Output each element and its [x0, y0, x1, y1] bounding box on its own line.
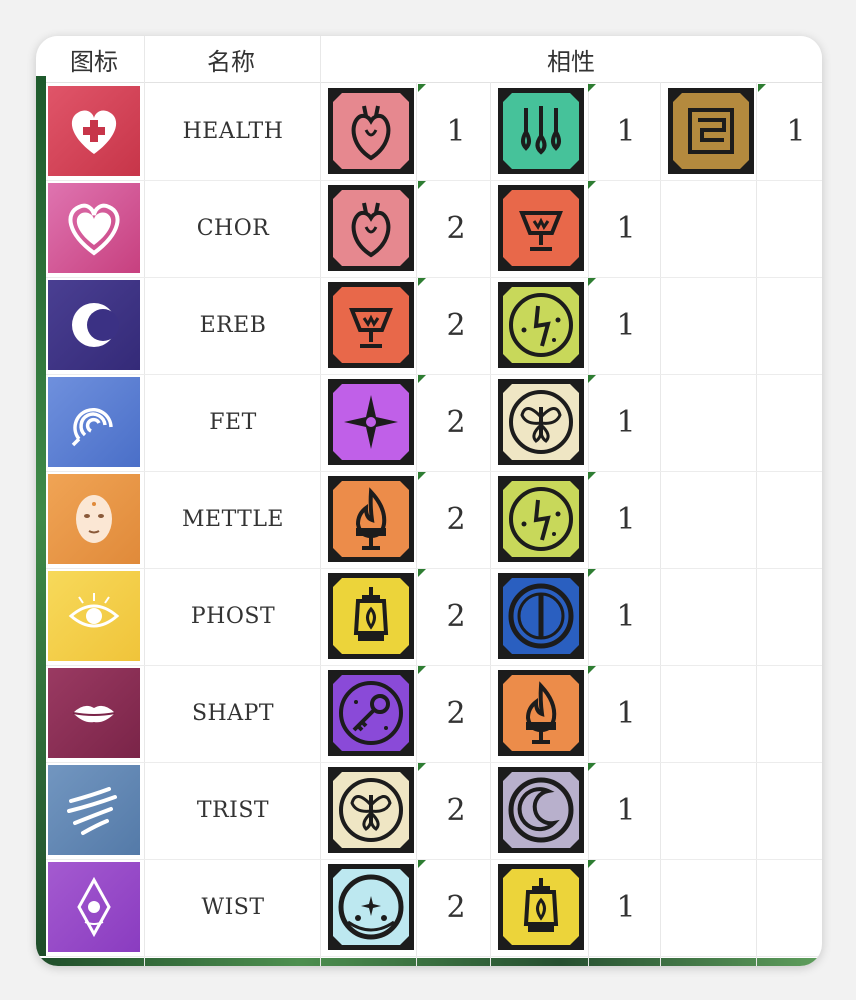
attribute-name: WIST	[201, 895, 265, 920]
moth-icon	[326, 765, 416, 855]
table-row: FET 2 1	[46, 374, 822, 471]
cell-comment-marker	[758, 84, 766, 92]
cell-comment-marker	[418, 860, 426, 868]
attribute-name: TRIST	[196, 798, 270, 823]
star-compass-icon	[326, 377, 416, 467]
crescent-moon-icon	[48, 280, 140, 370]
table-row: METTLE 2 1	[46, 471, 822, 568]
heart-plus-icon	[48, 86, 140, 176]
cell-comment-marker	[588, 278, 596, 286]
cell-comment-marker	[588, 375, 596, 383]
attribute-name: CHOR	[196, 216, 270, 241]
attribute-name: HEALTH	[182, 119, 284, 144]
spiral-icon	[48, 377, 140, 467]
heart-icon	[48, 183, 140, 273]
mask-icon	[48, 474, 140, 564]
anatomical-heart-icon	[326, 86, 416, 176]
cell-comment-marker	[418, 84, 426, 92]
lantern-icon	[326, 571, 416, 661]
affinity-value: 2	[446, 793, 466, 828]
affinity-value: 1	[446, 114, 466, 149]
flame-anvil-icon	[326, 474, 416, 564]
lips-icon	[48, 668, 140, 758]
wind-icon	[48, 765, 140, 855]
cell-comment-marker	[418, 763, 426, 771]
sparkle-orb-icon	[326, 862, 416, 952]
cell-comment-marker	[418, 569, 426, 577]
cell-comment-marker	[588, 860, 596, 868]
table-row: WIST 2 1	[46, 859, 822, 956]
affinity-value: 1	[616, 502, 636, 537]
table-row: CHOR 2 1	[46, 180, 822, 277]
affinity-value: 2	[446, 599, 466, 634]
lightning-icon	[496, 280, 586, 370]
flame-anvil-icon	[496, 668, 586, 758]
affinity-value: 1	[616, 308, 636, 343]
cell-comment-marker	[418, 181, 426, 189]
cell-comment-marker	[418, 375, 426, 383]
affinity-value: 2	[446, 405, 466, 440]
cell-comment-marker	[418, 666, 426, 674]
table-row: EREB 2 1	[46, 277, 822, 374]
cell-comment-marker	[418, 472, 426, 480]
attribute-name: PHOST	[190, 604, 276, 629]
table-row: SHAPT 2 1	[46, 665, 822, 762]
moth-icon	[496, 377, 586, 467]
chalice-icon	[326, 280, 416, 370]
crystal-icon	[48, 862, 140, 952]
table-row: HEALTH 1 1 1	[46, 83, 822, 180]
cell-comment-marker	[588, 181, 596, 189]
attribute-name: FET	[209, 410, 257, 435]
cell-comment-marker	[588, 763, 596, 771]
attribute-name: METTLE	[181, 507, 284, 532]
affinity-value: 2	[446, 696, 466, 731]
attribute-name: EREB	[199, 313, 267, 338]
header-affinity: 相性	[320, 36, 822, 82]
lantern-icon	[496, 862, 586, 952]
header-name: 名称	[144, 36, 318, 82]
cell-comment-marker	[588, 666, 596, 674]
rune-tablet-icon	[666, 86, 756, 176]
affinity-value: 2	[446, 211, 466, 246]
shield-orb-icon	[496, 571, 586, 661]
drops-icon	[496, 86, 586, 176]
cell-comment-marker	[588, 472, 596, 480]
cell-comment-marker	[588, 84, 596, 92]
affinity-table: 图标 名称 相性 HEALTH 1 1 1 CHOR 2 1 EREB 2 1 …	[36, 36, 822, 966]
chalice-icon	[496, 183, 586, 273]
table-row: TRIST 2 1	[46, 762, 822, 859]
lightning-icon	[496, 474, 586, 564]
header-icon: 图标	[46, 36, 142, 82]
affinity-value: 1	[786, 114, 806, 149]
affinity-value: 1	[616, 114, 636, 149]
attribute-name: SHAPT	[191, 701, 275, 726]
affinity-value: 1	[616, 793, 636, 828]
affinity-value: 1	[616, 211, 636, 246]
affinity-value: 2	[446, 890, 466, 925]
table-row: PHOST 2 1	[46, 568, 822, 665]
affinity-value: 2	[446, 308, 466, 343]
vine-border-left	[36, 76, 46, 956]
moon-icon	[496, 765, 586, 855]
vine-border-bottom	[36, 958, 822, 966]
row-divider	[46, 956, 822, 957]
anatomical-heart-icon	[326, 183, 416, 273]
cell-comment-marker	[588, 569, 596, 577]
affinity-value: 1	[616, 890, 636, 925]
key-icon	[326, 668, 416, 758]
affinity-value: 1	[616, 405, 636, 440]
eye-icon	[48, 571, 140, 661]
affinity-value: 2	[446, 502, 466, 537]
cell-comment-marker	[418, 278, 426, 286]
affinity-value: 1	[616, 696, 636, 731]
affinity-value: 1	[616, 599, 636, 634]
